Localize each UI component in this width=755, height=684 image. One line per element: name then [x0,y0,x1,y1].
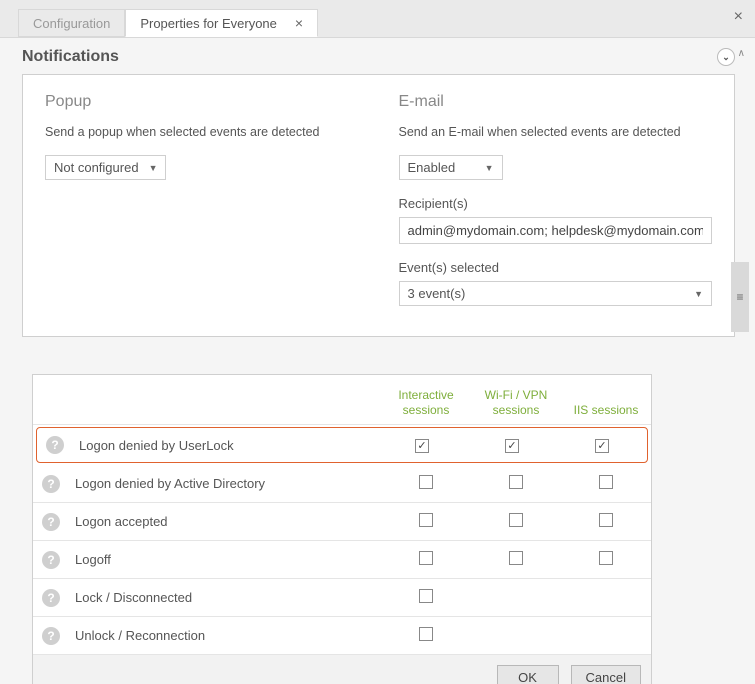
event-label: Lock / Disconnected [69,590,381,605]
col-iis: IIS sessions [561,403,651,424]
email-mode-value: Enabled [408,160,456,175]
event-row: ? Logoff [33,541,651,579]
popup-mode-value: Not configured [54,160,139,175]
help-icon[interactable]: ? [42,475,60,493]
scrollbar-thumb[interactable]: ≡ [731,262,749,332]
event-checkbox[interactable]: ✓ [505,439,519,453]
event-label: Logon accepted [69,514,381,529]
tab-properties[interactable]: Properties for Everyone × [125,9,318,37]
notifications-panel: Popup Send a popup when selected events … [22,74,735,337]
events-selected-label: Event(s) selected [399,260,713,275]
events-dropdown-panel: Interactive sessions Wi-Fi / VPN session… [32,374,652,684]
popup-mode-select[interactable]: Not configured ▼ [45,155,166,180]
help-icon[interactable]: ? [42,589,60,607]
event-checkbox[interactable] [509,551,523,565]
events-selected-dropdown[interactable]: 3 event(s) ▼ [399,281,713,306]
tab-configuration[interactable]: Configuration [18,9,125,37]
help-icon[interactable]: ? [42,551,60,569]
tab-label: Properties for Everyone [140,16,277,31]
recipients-label: Recipient(s) [399,196,713,211]
help-icon[interactable]: ? [42,627,60,645]
chevron-down-icon: ▼ [485,163,494,173]
help-icon[interactable]: ? [46,436,64,454]
event-label: Logon denied by Active Directory [69,476,381,491]
event-checkbox[interactable]: ✓ [595,439,609,453]
event-checkbox[interactable] [419,513,433,527]
event-row: ? Unlock / Reconnection [33,617,651,655]
event-label: Logoff [69,552,381,567]
event-row: ? Logon denied by Active Directory [33,465,651,503]
event-checkbox[interactable] [599,551,613,565]
recipients-input[interactable] [399,217,713,244]
event-checkbox[interactable] [419,627,433,641]
popup-desc: Send a popup when selected events are de… [45,125,359,139]
help-icon[interactable]: ? [42,513,60,531]
event-label: Unlock / Reconnection [69,628,381,643]
col-interactive: Interactive sessions [381,388,471,424]
popup-heading: Popup [45,93,359,111]
event-row: ? Lock / Disconnected [33,579,651,617]
section-title: Notifications [22,48,119,66]
close-tab-icon[interactable]: × [295,15,303,31]
email-mode-select[interactable]: Enabled ▼ [399,155,503,180]
col-wifi-vpn: Wi-Fi / VPN sessions [471,388,561,424]
event-label: Logon denied by UserLock [73,438,377,453]
event-checkbox[interactable]: ✓ [415,439,429,453]
close-icon[interactable]: × [734,8,743,26]
event-checkbox[interactable] [599,513,613,527]
event-checkbox[interactable] [509,513,523,527]
event-row: ? Logon denied by UserLock ✓ ✓ ✓ [36,427,648,463]
email-desc: Send an E-mail when selected events are … [399,125,713,139]
events-summary-value: 3 event(s) [408,286,466,301]
event-checkbox[interactable] [419,589,433,603]
chevron-down-icon: ▼ [694,289,703,299]
cancel-button[interactable]: Cancel [571,665,641,684]
ok-button[interactable]: OK [497,665,559,684]
chevron-down-icon: ▼ [149,163,158,173]
event-checkbox[interactable] [419,551,433,565]
event-checkbox[interactable] [419,475,433,489]
scrollbar[interactable]: ∧ ≡ [729,42,753,322]
email-heading: E-mail [399,93,713,111]
event-checkbox[interactable] [509,475,523,489]
event-checkbox[interactable] [599,475,613,489]
chevron-up-icon[interactable]: ∧ [738,48,745,59]
event-row: ? Logon accepted [33,503,651,541]
